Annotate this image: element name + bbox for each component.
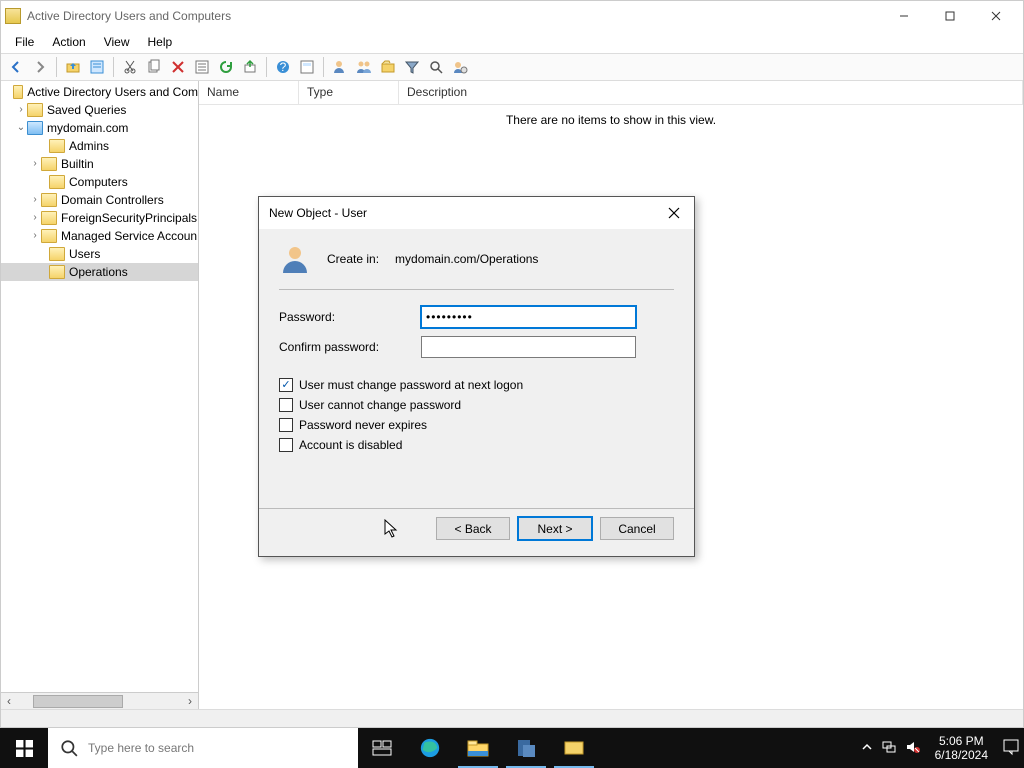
new-group-icon[interactable] (353, 56, 375, 78)
find-icon[interactable] (296, 56, 318, 78)
copy-icon[interactable] (143, 56, 165, 78)
tree-saved-queries[interactable]: Saved Queries (47, 101, 126, 119)
menu-help[interactable]: Help (140, 33, 181, 51)
dialog-title: New Object - User (269, 206, 658, 220)
divider (279, 289, 674, 290)
help-icon[interactable]: ? (272, 56, 294, 78)
tray-notifications-icon[interactable] (1002, 738, 1020, 759)
list-header: Name Type Description (199, 81, 1023, 105)
explorer-icon[interactable] (454, 728, 502, 768)
new-user-icon[interactable] (329, 56, 351, 78)
new-user-dialog: New Object - User Create in: mydomain.co… (258, 196, 695, 557)
next-button[interactable]: Next > (518, 517, 592, 540)
tree-computers[interactable]: Computers (69, 173, 128, 191)
refresh-icon[interactable] (215, 56, 237, 78)
password-input[interactable] (421, 306, 636, 328)
lbl-change-next-logon[interactable]: User must change password at next logon (299, 378, 523, 392)
password-label: Password: (279, 310, 421, 324)
add-to-group-icon[interactable] (449, 56, 471, 78)
new-ou-icon[interactable] (377, 56, 399, 78)
menu-view[interactable]: View (96, 33, 138, 51)
forward-icon[interactable] (29, 56, 51, 78)
cut-icon[interactable] (119, 56, 141, 78)
properties-icon[interactable] (86, 56, 108, 78)
tree-operations[interactable]: Operations (69, 263, 128, 281)
chk-account-disabled[interactable] (279, 438, 293, 452)
svg-text:?: ? (280, 60, 287, 74)
tree-admins[interactable]: Admins (69, 137, 109, 155)
tray-clock[interactable]: 5:06 PM 6/18/2024 (929, 734, 994, 762)
back-icon[interactable] (5, 56, 27, 78)
server-manager-icon[interactable] (502, 728, 550, 768)
tree-msa[interactable]: Managed Service Accoun (61, 227, 197, 245)
tree-hscrollbar[interactable]: ‹› (1, 692, 198, 709)
chk-never-expires[interactable] (279, 418, 293, 432)
tree-fsp[interactable]: ForeignSecurityPrincipals (61, 209, 197, 227)
search-placeholder: Type here to search (88, 741, 194, 755)
create-in-label: Create in: (327, 252, 379, 266)
col-desc[interactable]: Description (399, 81, 1023, 104)
tree-users[interactable]: Users (69, 245, 100, 263)
statusbar (1, 709, 1023, 727)
aduc-taskbar-icon[interactable] (550, 728, 598, 768)
titlebar: Active Directory Users and Computers (1, 1, 1023, 31)
col-type[interactable]: Type (299, 81, 399, 104)
create-in-path: mydomain.com/Operations (395, 252, 538, 266)
props2-icon[interactable] (191, 56, 213, 78)
close-button[interactable] (973, 1, 1019, 31)
edge-icon[interactable] (406, 728, 454, 768)
empty-message: There are no items to show in this view. (199, 113, 1023, 127)
app-icon (5, 8, 21, 24)
user-icon (279, 243, 311, 275)
taskbar: Type here to search 5:06 PM 6/18/2024 (0, 728, 1024, 768)
tree-pane[interactable]: Active Directory Users and Com ›Saved Qu… (1, 81, 199, 709)
task-view-icon[interactable] (358, 728, 406, 768)
lbl-cannot-change[interactable]: User cannot change password (299, 398, 461, 412)
dialog-close-button[interactable] (658, 199, 690, 227)
confirm-password-input[interactable] (421, 336, 636, 358)
menu-file[interactable]: File (7, 33, 42, 51)
tray-network-icon[interactable] (881, 740, 897, 757)
toolbar: ? (1, 53, 1023, 81)
confirm-password-label: Confirm password: (279, 340, 421, 354)
delete-icon[interactable] (167, 56, 189, 78)
menu-action[interactable]: Action (44, 33, 93, 51)
start-button[interactable] (0, 728, 48, 768)
cancel-button[interactable]: Cancel (600, 517, 674, 540)
tree-root[interactable]: Active Directory Users and Com (27, 83, 198, 101)
taskbar-search[interactable]: Type here to search (48, 728, 358, 768)
tray-volume-icon[interactable] (905, 740, 921, 757)
chk-cannot-change[interactable] (279, 398, 293, 412)
lbl-account-disabled[interactable]: Account is disabled (299, 438, 402, 452)
lbl-never-expires[interactable]: Password never expires (299, 418, 427, 432)
maximize-button[interactable] (927, 1, 973, 31)
back-button[interactable]: < Back (436, 517, 510, 540)
search-icon[interactable] (425, 56, 447, 78)
up-folder-icon[interactable] (62, 56, 84, 78)
export-icon[interactable] (239, 56, 261, 78)
tray-chevron-icon[interactable] (861, 741, 873, 756)
tree-dcs[interactable]: Domain Controllers (61, 191, 164, 209)
menubar: File Action View Help (1, 31, 1023, 53)
tree-domain[interactable]: mydomain.com (47, 119, 128, 137)
tree-builtin[interactable]: Builtin (61, 155, 94, 173)
filter-icon[interactable] (401, 56, 423, 78)
chk-change-next-logon[interactable] (279, 378, 293, 392)
minimize-button[interactable] (881, 1, 927, 31)
col-name[interactable]: Name (199, 81, 299, 104)
window-title: Active Directory Users and Computers (27, 9, 881, 23)
